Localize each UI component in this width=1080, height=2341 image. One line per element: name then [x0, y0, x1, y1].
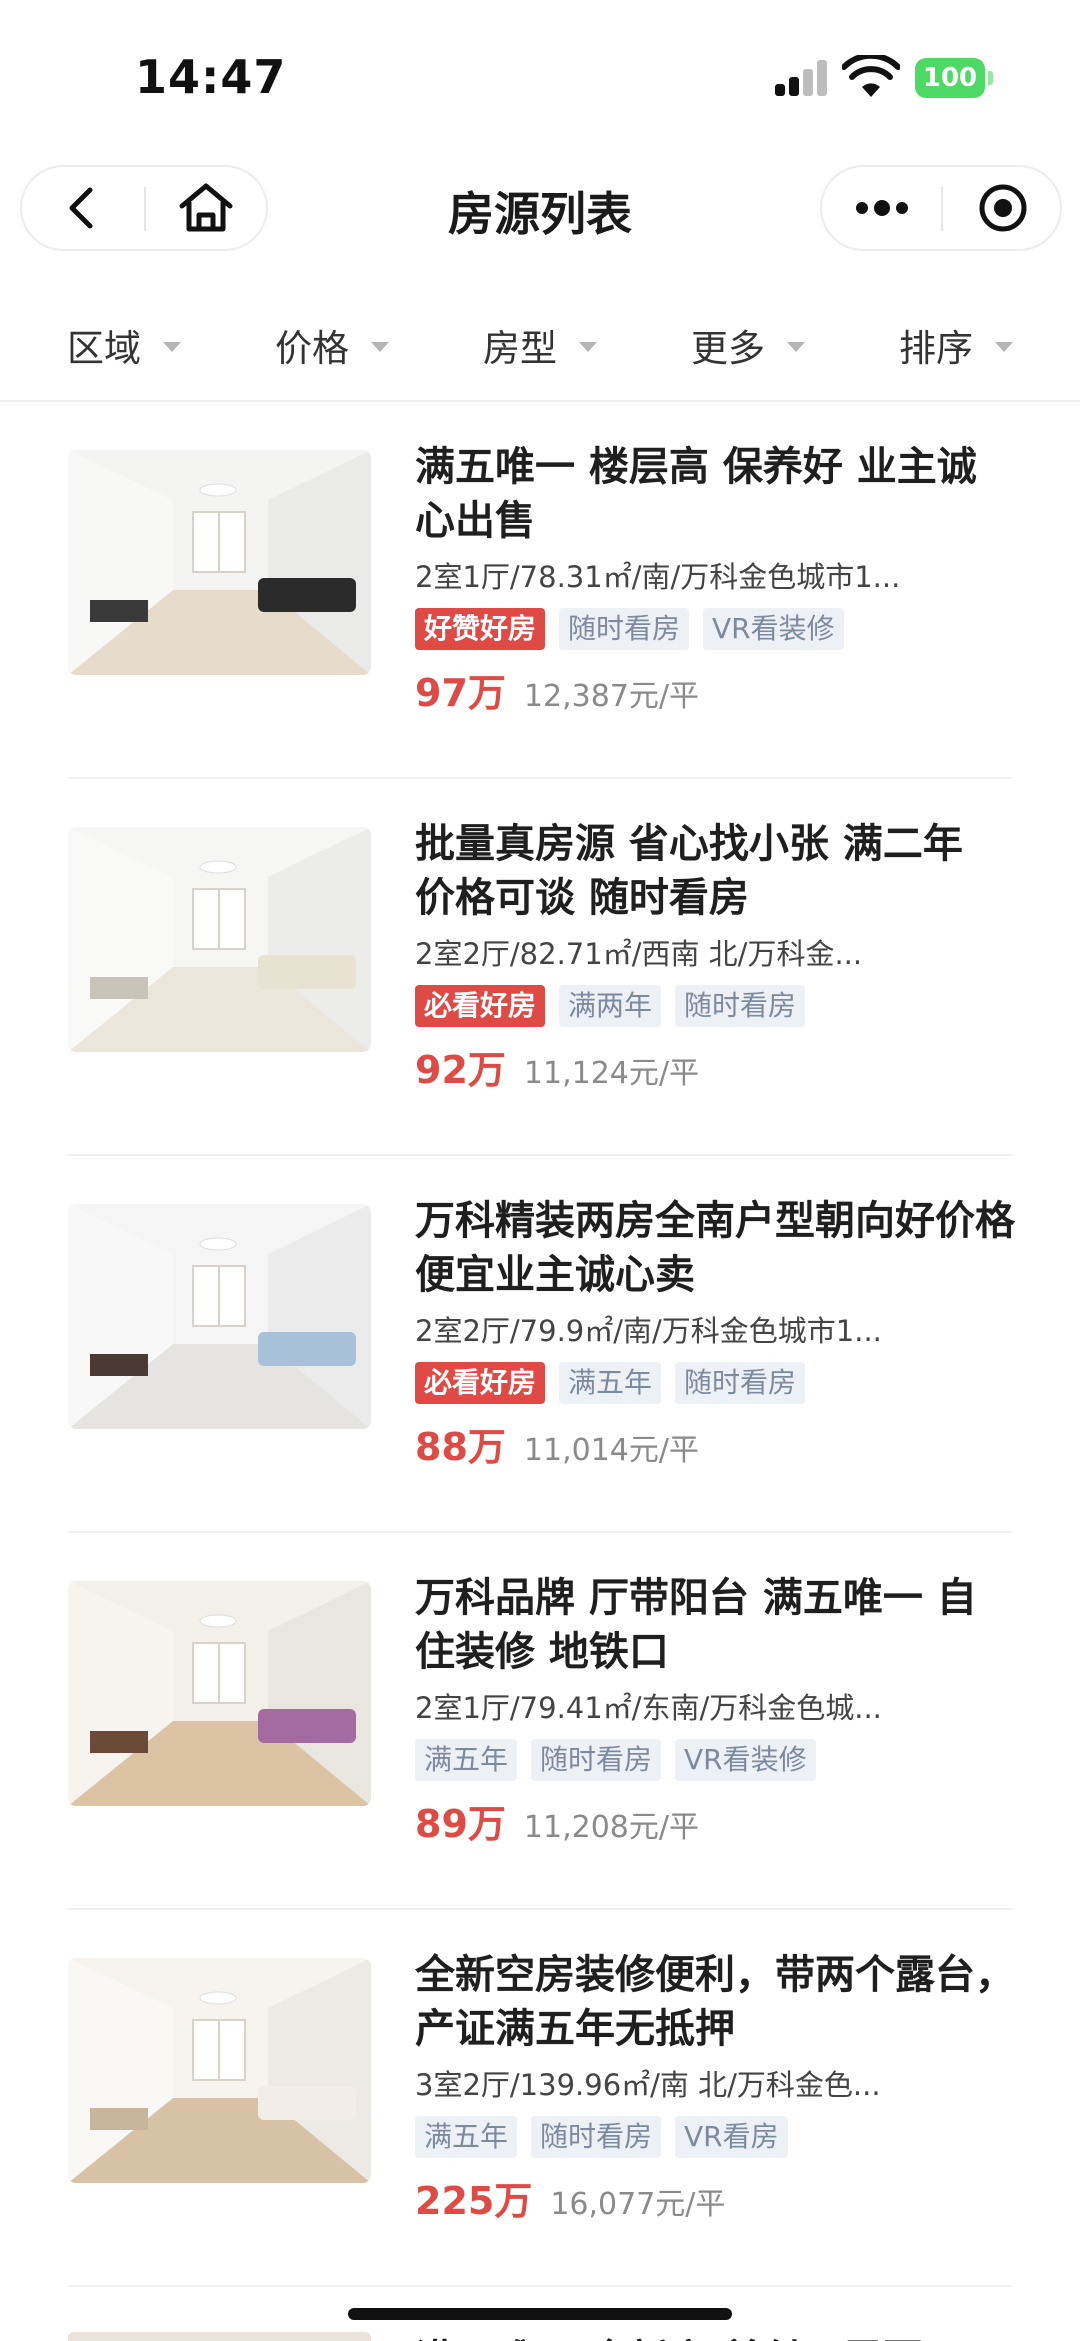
listing-meta: 2室1厅/78.31㎡/南/万科金色城市1...	[415, 560, 901, 594]
listing-info: 满五唯一 楼层高 保养好 业主诚心出售 2室1厅/78.31㎡/南/万科金色城市…	[415, 440, 1015, 717]
listing-price-row: 97万 12,387元/平	[415, 662, 1015, 717]
filter-label: 价格	[275, 327, 349, 370]
filter-label: 排序	[899, 327, 973, 370]
listing-photo	[68, 827, 371, 1052]
filter-sort[interactable]: 排序	[899, 318, 1013, 372]
listing-tag: VR看装修	[703, 608, 844, 650]
listing-unit-price: 16,077元/平	[550, 2187, 726, 2222]
listing-list: 满五唯一 楼层高 保养好 业主诚心出售 2室1厅/78.31㎡/南/万科金色城市…	[0, 402, 1080, 2287]
nav-bar: 房源列表	[0, 160, 1080, 260]
filter-region[interactable]: 区域	[67, 318, 181, 372]
close-miniprogram-button[interactable]	[943, 167, 1063, 249]
listing-price-row: 89万 11,208元/平	[415, 1793, 1015, 1848]
filter-layout[interactable]: 房型	[483, 318, 597, 372]
listing-tag: 好赞好房	[415, 608, 546, 650]
listing-title: 万科精装两房全南户型朝向好价格便宜业主诚心卖	[415, 1198, 1015, 1298]
listing-price: 97万	[415, 671, 506, 715]
listing-title: 批量真房源 省心找小张 满二年 价格可谈 随时看房	[415, 821, 963, 921]
listing-title: 万科品牌 厅带阳台 满五唯一 自住装修 地铁口	[415, 1575, 977, 1675]
listing-tag: 必看好房	[415, 985, 546, 1027]
listing-item[interactable]: 全新空房装修便利，带两个露台，产证满五年无抵押 3室2厅/139.96㎡/南 北…	[0, 1910, 1080, 2287]
target-close-icon	[979, 184, 1027, 232]
caret-down-icon	[371, 342, 389, 352]
listing-item[interactable]: 批量真房源 省心找小张 满二年 价格可谈 随时看房 2室2厅/82.71㎡/西南…	[0, 779, 1080, 1156]
listing-meta: 2室1厅/79.41㎡/东南/万科金色城...	[415, 1691, 882, 1725]
listing-price-row: 88万 11,014元/平	[415, 1416, 1015, 1471]
filter-price[interactable]: 价格	[275, 318, 389, 372]
caret-down-icon	[579, 342, 597, 352]
back-arrow-icon	[69, 187, 93, 229]
caret-down-icon	[787, 342, 805, 352]
listing-unit-price: 12,387元/平	[523, 679, 699, 714]
listing-meta: 2室2厅/82.71㎡/西南 北/万科金...	[415, 937, 863, 971]
battery-level: 100	[922, 63, 978, 93]
more-dots-icon	[856, 200, 908, 216]
listing-price-row: 92万 11,124元/平	[415, 1039, 1015, 1094]
status-bar: 14:47 100	[0, 0, 1080, 150]
listing-tags: 满五年 随时看房 VR看装修	[415, 1739, 1015, 1783]
battery-icon: 100	[915, 58, 985, 98]
wifi-icon	[842, 55, 900, 97]
battery-nub	[988, 71, 993, 85]
nav-capsule-left	[20, 165, 268, 251]
listing-tag: 满五年	[559, 1362, 662, 1404]
listing-title: 满五唯一 楼层高 保养好 业主诚心出售	[415, 444, 977, 544]
back-button[interactable]	[22, 167, 142, 249]
listing-tag: 随时看房	[531, 2116, 662, 2158]
listing-item[interactable]: 万科精装两房全南户型朝向好价格便宜业主诚心卖 2室2厅/79.9㎡/南/万科金色…	[0, 1156, 1080, 1533]
page-title: 房源列表	[448, 187, 632, 241]
listing-price: 92万	[415, 1048, 506, 1092]
listing-price-row: 225万 16,077元/平	[415, 2170, 1015, 2225]
listing-price: 88万	[415, 1425, 506, 1469]
listing-info: 批量真房源 省心找小张 满二年 价格可谈 随时看房 2室2厅/82.71㎡/西南…	[415, 817, 1015, 1094]
listing-tag: 必看好房	[415, 1362, 546, 1404]
filter-bar: 区域 价格 房型 更多 排序	[0, 290, 1080, 400]
listing-photo	[68, 450, 371, 675]
listing-item[interactable]: 万科品牌 厅带阳台 满五唯一 自住装修 地铁口 2室1厅/79.41㎡/东南/万…	[0, 1533, 1080, 1910]
home-icon	[179, 183, 233, 232]
listing-tags: 满五年 随时看房 VR看房	[415, 2116, 1015, 2160]
listing-unit-price: 11,208元/平	[523, 1810, 699, 1845]
listing-tag: 满两年	[559, 985, 662, 1027]
more-button[interactable]	[822, 167, 942, 249]
home-indicator[interactable]	[348, 2308, 732, 2320]
listing-photo	[68, 1204, 371, 1429]
listing-tag: VR看房	[675, 2116, 788, 2158]
listing-tags: 必看好房 满两年 随时看房	[415, 985, 1015, 1029]
listing-tag: 满五年	[415, 1739, 518, 1781]
listing-meta: 3室2厅/139.96㎡/南 北/万科金色...	[415, 2068, 881, 2102]
listing-tags: 好赞好房 随时看房 VR看装修	[415, 608, 1015, 652]
listing-photo-partial	[68, 2332, 371, 2341]
listing-title-partial: 满五唯一 全新房 首付只需要	[415, 2327, 923, 2341]
listing-tag: VR看装修	[675, 1739, 816, 1781]
listing-info: 全新空房装修便利，带两个露台，产证满五年无抵押 3室2厅/139.96㎡/南 北…	[415, 1948, 1015, 2225]
nav-capsule-right	[820, 165, 1062, 251]
home-button[interactable]	[146, 167, 266, 249]
listing-tags: 必看好房 满五年 随时看房	[415, 1362, 1015, 1406]
listing-tag: 随时看房	[675, 985, 806, 1027]
listing-info: 万科品牌 厅带阳台 满五唯一 自住装修 地铁口 2室1厅/79.41㎡/东南/万…	[415, 1571, 1015, 1848]
filter-more[interactable]: 更多	[691, 318, 805, 372]
listing-photo	[68, 1581, 371, 1806]
filter-label: 房型	[483, 327, 557, 370]
listing-tag: 随时看房	[559, 608, 690, 650]
cellular-signal-icon	[775, 60, 827, 96]
listing-unit-price: 11,014元/平	[523, 1433, 699, 1468]
filter-label: 更多	[691, 327, 765, 370]
listing-tag: 随时看房	[675, 1362, 806, 1404]
listing-meta: 2室2厅/79.9㎡/南/万科金色城市1...	[415, 1314, 882, 1348]
listing-tag: 随时看房	[531, 1739, 662, 1781]
listing-info: 万科精装两房全南户型朝向好价格便宜业主诚心卖 2室2厅/79.9㎡/南/万科金色…	[415, 1194, 1015, 1471]
listing-price: 225万	[415, 2179, 533, 2223]
listing-title: 全新空房装修便利，带两个露台，产证满五年无抵押	[415, 1952, 1015, 2052]
filter-label: 区域	[67, 327, 141, 370]
listing-unit-price: 11,124元/平	[523, 1056, 699, 1091]
listing-tag: 满五年	[415, 2116, 518, 2158]
listing-price: 89万	[415, 1802, 506, 1846]
listing-photo	[68, 1958, 371, 2183]
caret-down-icon	[163, 342, 181, 352]
status-time: 14:47	[135, 50, 287, 104]
caret-down-icon	[995, 342, 1013, 352]
listing-item[interactable]: 满五唯一 楼层高 保养好 业主诚心出售 2室1厅/78.31㎡/南/万科金色城市…	[0, 402, 1080, 779]
